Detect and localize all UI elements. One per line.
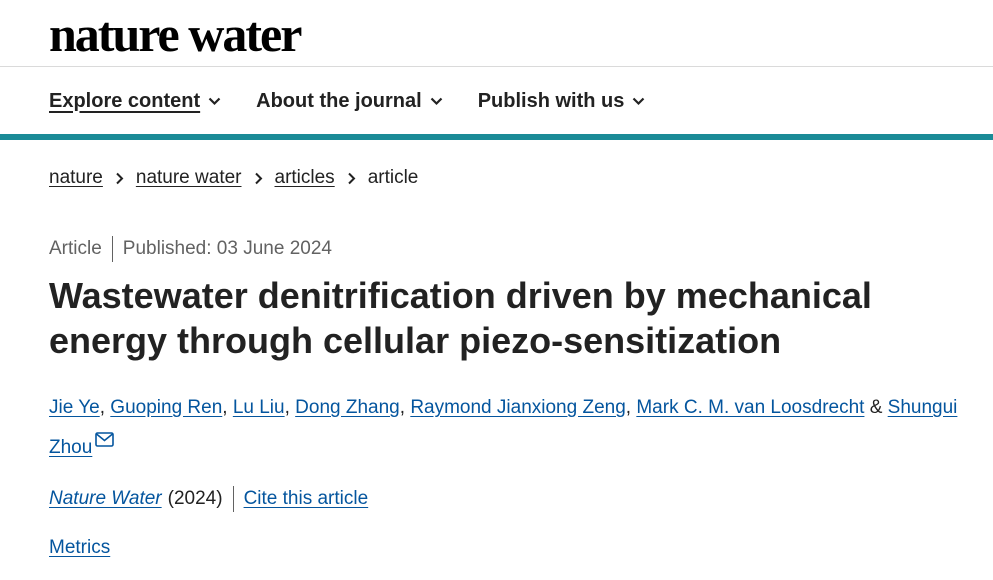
author-list: Jie Ye, Guoping Ren, Lu Liu, Dong Zhang,… bbox=[49, 388, 984, 468]
accent-bar bbox=[0, 134, 993, 140]
chevron-right-icon bbox=[116, 172, 124, 184]
nav-explore-content[interactable]: Explore content bbox=[49, 90, 221, 113]
journal-link[interactable]: Nature Water bbox=[49, 488, 162, 510]
chevron-down-icon bbox=[633, 97, 645, 105]
breadcrumb-current: article bbox=[367, 167, 419, 188]
author-separator: , bbox=[99, 397, 111, 418]
metrics-link[interactable]: Metrics bbox=[49, 537, 110, 559]
mail-icon[interactable] bbox=[95, 432, 115, 447]
author-link[interactable]: Jie Ye bbox=[49, 397, 100, 418]
author-link[interactable]: Dong Zhang bbox=[295, 397, 400, 418]
author-separator: & bbox=[864, 397, 888, 418]
article-type: Article bbox=[49, 238, 102, 259]
article-title: Wastewater denitrification driven by mec… bbox=[49, 275, 872, 361]
author-separator: , bbox=[399, 397, 411, 418]
chevron-down-icon bbox=[430, 97, 442, 105]
author-separator: , bbox=[222, 397, 233, 418]
nav-publish-with-us[interactable]: Publish with us bbox=[478, 90, 646, 113]
nav-item-label: Publish with us bbox=[477, 89, 625, 112]
publication-year: (2024) bbox=[167, 488, 223, 509]
cite-article-link[interactable]: Cite this article bbox=[244, 488, 369, 510]
published-date: Published: 03 June 2024 bbox=[122, 238, 332, 259]
breadcrumb: nature nature water articles article bbox=[49, 167, 418, 189]
breadcrumb-nature-water[interactable]: nature water bbox=[136, 167, 242, 189]
nav-item-label: About the journal bbox=[256, 89, 422, 112]
chevron-right-icon bbox=[254, 172, 262, 184]
site-logo[interactable]: nature water bbox=[49, 6, 302, 62]
author-link[interactable]: Mark C. M. van Loosdrecht bbox=[636, 397, 864, 418]
nav-about-the-journal[interactable]: About the journal bbox=[256, 90, 443, 113]
author-separator: , bbox=[284, 397, 296, 418]
chevron-down-icon bbox=[208, 97, 221, 105]
header-divider bbox=[0, 66, 993, 67]
author-link[interactable]: Raymond Jianxiong Zeng bbox=[410, 397, 625, 418]
meta-divider bbox=[111, 236, 113, 262]
breadcrumb-articles[interactable]: articles bbox=[275, 167, 335, 189]
journal-citation: Nature Water (2024) Cite this article bbox=[49, 486, 368, 512]
breadcrumb-nature[interactable]: nature bbox=[49, 167, 103, 189]
author-separator: , bbox=[625, 397, 637, 418]
main-nav: Explore content About the journal Publis… bbox=[49, 88, 645, 114]
author-link[interactable]: Guoping Ren bbox=[110, 397, 222, 418]
article-meta: Article Published: 03 June 2024 bbox=[49, 236, 332, 262]
citation-divider bbox=[232, 486, 234, 512]
author-link[interactable]: Lu Liu bbox=[233, 397, 285, 418]
chevron-right-icon bbox=[347, 172, 356, 184]
nav-item-label: Explore content bbox=[49, 89, 201, 112]
